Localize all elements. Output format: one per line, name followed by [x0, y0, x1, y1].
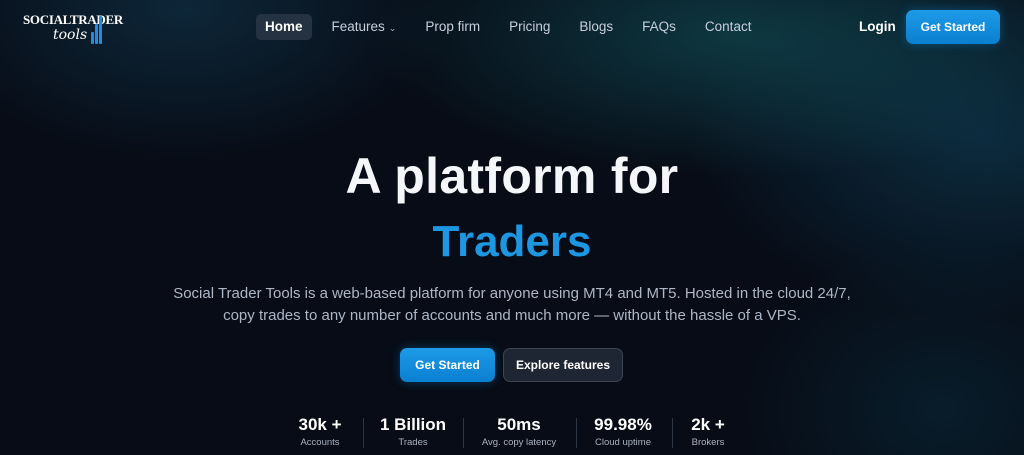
stat-divider — [576, 418, 577, 448]
stat-label: Accounts — [300, 437, 340, 448]
stat-divider — [672, 418, 673, 448]
logo-top-text: SOCIALTRADER — [23, 12, 123, 27]
login-link[interactable]: Login — [859, 18, 896, 36]
hero-title-highlight: Traders — [432, 217, 592, 266]
nav-link-label: Pricing — [509, 19, 551, 34]
nav-link-pricing[interactable]: Pricing — [500, 14, 559, 40]
logo-bottom-text: tools — [53, 27, 88, 43]
logo-bars-icon — [91, 14, 103, 44]
nav-link-label: Prop firm — [425, 19, 481, 34]
hero-title: A platform for — [345, 148, 679, 204]
nav-link-features[interactable]: Features ⌄ — [323, 14, 406, 40]
nav-link-label: Blogs — [579, 19, 614, 34]
hero-description-line: copy trades to any number of accounts an… — [223, 307, 801, 324]
hero-get-started-button[interactable]: Get Started — [400, 348, 495, 382]
stat-value: 99.98% — [594, 415, 652, 434]
stat-divider — [463, 418, 464, 448]
stat-latency: 50ms Avg. copy latency — [472, 414, 566, 454]
chevron-down-icon: ⌄ — [388, 23, 397, 33]
stat-label: Brokers — [691, 437, 725, 448]
stat-value: 30k + — [298, 415, 342, 434]
top-navigation: SOCIALTRADER tools Home Features ⌄ Prop f… — [0, 0, 1024, 54]
nav-link-prop-firm[interactable]: Prop firm — [416, 14, 489, 40]
hero-description-line: Social Trader Tools is a web-based platf… — [173, 285, 851, 302]
nav-link-label: Contact — [704, 19, 752, 34]
stat-label: Cloud uptime — [595, 437, 651, 448]
hero-description: Social Trader Tools is a web-based platf… — [112, 283, 912, 327]
stats-bar: 30k + Accounts 1 Billion Trades 50ms Avg… — [286, 414, 746, 454]
nav-link-label: FAQs — [642, 19, 676, 34]
explore-features-button[interactable]: Explore features — [503, 348, 623, 382]
stat-value: 2k + — [691, 415, 725, 434]
nav-link-faqs[interactable]: FAQs — [633, 14, 685, 40]
stat-value: 50ms — [497, 415, 541, 434]
stat-accounts: 30k + Accounts — [286, 414, 354, 454]
nav-link-contact[interactable]: Contact — [696, 14, 761, 40]
social-trader-tools-logo[interactable]: SOCIALTRADER tools — [23, 10, 123, 46]
nav-link-home[interactable]: Home — [256, 14, 312, 40]
stat-trades: 1 Billion Trades — [372, 414, 454, 454]
stat-uptime: 99.98% Cloud uptime — [584, 414, 662, 454]
stat-label: Avg. copy latency — [481, 437, 557, 448]
nav-link-label: Features — [331, 19, 385, 34]
nav-links: Home Features ⌄ Prop firm Pricing Blogs F… — [256, 14, 771, 40]
nav-get-started-button[interactable]: Get Started — [906, 10, 1000, 44]
stat-value: 1 Billion — [379, 415, 447, 434]
stat-label: Trades — [398, 437, 428, 448]
nav-link-label: Home — [265, 19, 303, 34]
nav-link-blogs[interactable]: Blogs — [570, 14, 622, 40]
stat-brokers: 2k + Brokers — [680, 414, 736, 454]
stat-divider — [363, 418, 364, 448]
